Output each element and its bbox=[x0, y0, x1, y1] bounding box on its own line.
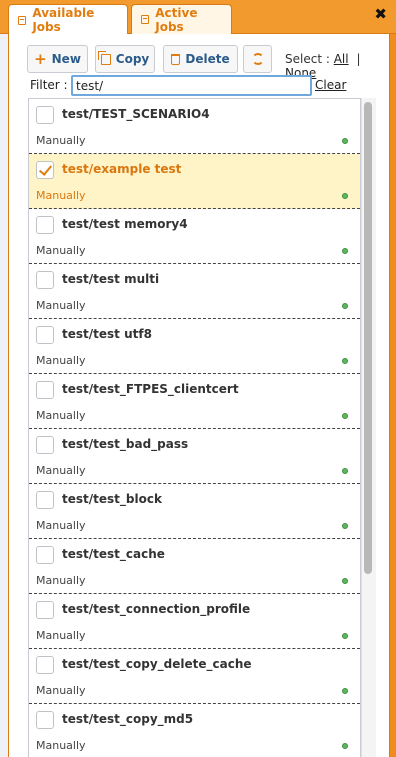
plus-icon: + bbox=[34, 49, 47, 68]
job-schedule: Manually bbox=[36, 134, 86, 147]
copy-button[interactable]: Copy bbox=[95, 45, 155, 73]
job-schedule: Manually bbox=[36, 684, 86, 697]
job-schedule: Manually bbox=[36, 244, 86, 257]
scrollbar-thumb[interactable] bbox=[364, 102, 372, 574]
filter-label: Filter : bbox=[30, 78, 68, 92]
job-name: test/test utf8 bbox=[62, 327, 152, 341]
job-row[interactable]: test/example test Manually bbox=[29, 154, 360, 209]
clear-link[interactable]: Clear bbox=[315, 78, 346, 92]
job-row[interactable]: test/test_connection_profile Manually bbox=[29, 594, 360, 649]
tab-label: Active Jobs bbox=[155, 5, 198, 34]
job-schedule: Manually bbox=[36, 574, 86, 587]
status-dot-icon bbox=[342, 468, 348, 474]
job-schedule: Manually bbox=[36, 409, 86, 422]
job-row[interactable]: test/test_bad_pass Manually bbox=[29, 429, 360, 484]
refresh-icon bbox=[251, 53, 264, 65]
job-checkbox[interactable] bbox=[36, 546, 54, 564]
delete-button-label: Delete bbox=[185, 52, 230, 66]
job-name: test/test multi bbox=[62, 272, 160, 286]
job-row[interactable]: test/TEST_SCENARIO4 Manually bbox=[29, 99, 360, 154]
job-checkbox[interactable] bbox=[36, 326, 54, 344]
job-name: test/test_FTPES_clientcert bbox=[62, 382, 239, 396]
job-row[interactable]: test/test_copy_delete_cache Manually bbox=[29, 649, 360, 704]
status-dot-icon bbox=[342, 743, 348, 749]
job-row[interactable]: test/test multi Manually bbox=[29, 264, 360, 319]
job-row[interactable]: test/test_cache Manually bbox=[29, 539, 360, 594]
job-name: test/test memory4 bbox=[62, 217, 188, 231]
job-schedule: Manually bbox=[36, 629, 86, 642]
job-row[interactable]: test/test_block Manually bbox=[29, 484, 360, 539]
job-name: test/example test bbox=[62, 162, 182, 176]
job-schedule: Manually bbox=[36, 464, 86, 477]
job-checkbox[interactable] bbox=[36, 381, 54, 399]
job-row[interactable]: test/test_FTPES_clientcert Manually bbox=[29, 374, 360, 429]
new-button-label: New bbox=[51, 52, 81, 66]
job-row[interactable]: test/test_copy_md5 Manually bbox=[29, 704, 360, 757]
job-checkbox[interactable] bbox=[36, 436, 54, 454]
job-row[interactable]: test/test utf8 Manually bbox=[29, 319, 360, 374]
job-schedule: Manually bbox=[36, 354, 86, 367]
status-dot-icon bbox=[342, 248, 348, 254]
new-button[interactable]: + New bbox=[27, 45, 88, 73]
job-list: test/TEST_SCENARIO4 Manually test/example … bbox=[28, 98, 361, 757]
job-name: test/test_copy_md5 bbox=[62, 712, 194, 726]
job-checkbox[interactable] bbox=[36, 161, 54, 179]
job-checkbox[interactable] bbox=[36, 656, 54, 674]
job-name: test/test_connection_profile bbox=[62, 602, 251, 616]
job-row[interactable]: test/test memory4 Manually bbox=[29, 209, 360, 264]
job-schedule: Manually bbox=[36, 739, 86, 752]
job-checkbox[interactable] bbox=[36, 271, 54, 289]
job-name: test/test_copy_delete_cache bbox=[62, 657, 252, 671]
calendar-icon bbox=[18, 15, 27, 25]
status-dot-icon bbox=[342, 193, 348, 199]
job-schedule: Manually bbox=[36, 189, 86, 202]
refresh-button[interactable] bbox=[243, 45, 272, 73]
filter-input[interactable] bbox=[71, 75, 312, 96]
job-checkbox[interactable] bbox=[36, 711, 54, 729]
job-schedule: Manually bbox=[36, 519, 86, 532]
job-name: test/test_cache bbox=[62, 547, 165, 561]
status-dot-icon bbox=[342, 523, 348, 529]
tab-active-jobs[interactable]: Active Jobs bbox=[131, 4, 232, 34]
status-dot-icon bbox=[342, 578, 348, 584]
left-edge bbox=[0, 34, 8, 757]
select-all-link[interactable]: All bbox=[334, 52, 349, 66]
copy-button-label: Copy bbox=[115, 52, 150, 66]
job-checkbox[interactable] bbox=[36, 216, 54, 234]
job-name: test/test_bad_pass bbox=[62, 437, 189, 451]
status-dot-icon bbox=[342, 358, 348, 364]
status-dot-icon bbox=[342, 633, 348, 639]
status-dot-icon bbox=[342, 413, 348, 419]
delete-button[interactable]: Delete bbox=[163, 45, 238, 73]
close-icon[interactable]: ✖ bbox=[374, 5, 387, 23]
job-name: test/test_block bbox=[62, 492, 162, 506]
tab-label: Available Jobs bbox=[32, 6, 95, 34]
calendar-icon bbox=[141, 15, 150, 24]
trash-icon bbox=[171, 53, 181, 65]
job-name: test/TEST_SCENARIO4 bbox=[62, 107, 210, 121]
copy-icon bbox=[97, 50, 111, 65]
job-schedule: Manually bbox=[36, 299, 86, 312]
status-dot-icon bbox=[342, 303, 348, 309]
tab-bar: Available Jobs Active Jobs ✖ bbox=[0, 0, 396, 35]
job-checkbox[interactable] bbox=[36, 601, 54, 619]
select-separator: | bbox=[356, 52, 361, 66]
status-dot-icon bbox=[342, 688, 348, 694]
job-checkbox[interactable] bbox=[36, 491, 54, 509]
job-checkbox[interactable] bbox=[36, 106, 54, 124]
select-label: Select : bbox=[285, 52, 330, 66]
tab-available-jobs[interactable]: Available Jobs bbox=[8, 4, 128, 35]
status-dot-icon bbox=[342, 138, 348, 144]
